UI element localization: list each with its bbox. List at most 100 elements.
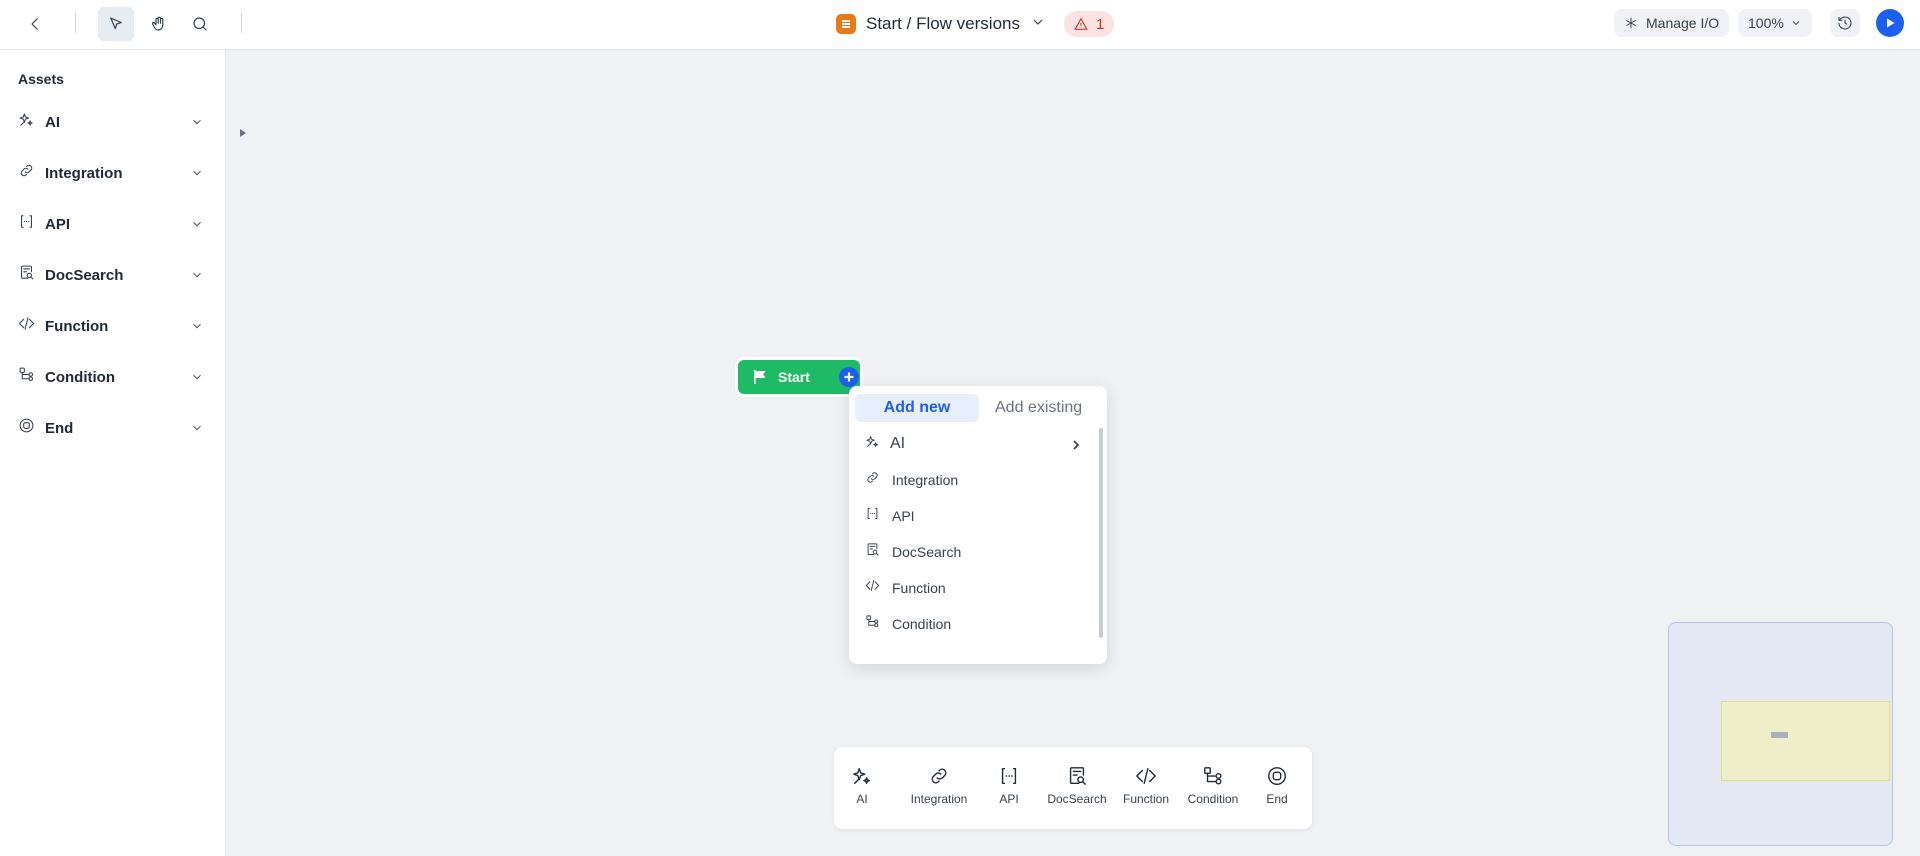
zoom-value: 100% [1748, 15, 1784, 31]
select-tool-button[interactable] [98, 7, 134, 41]
popup-item-api[interactable]: API [849, 500, 1099, 532]
palette-item-api[interactable]: API [994, 765, 1024, 806]
pan-tool-button[interactable] [141, 7, 177, 41]
app-logo-icon [836, 14, 856, 34]
chevron-down-icon [190, 370, 204, 389]
popup-item-function[interactable]: Function [849, 572, 1099, 604]
popup-item-docsearch[interactable]: DocSearch [849, 536, 1099, 568]
chevron-down-icon [1792, 21, 1800, 26]
minimap[interactable] [1668, 622, 1893, 846]
pointer-icon [110, 17, 122, 30]
sparkles-icon [18, 111, 35, 133]
link-icon [931, 768, 947, 784]
branch-icon [18, 366, 35, 388]
divider [75, 13, 76, 33]
sidebar-item-integration[interactable]: Integration [0, 153, 226, 193]
search-icon [193, 17, 207, 31]
assets-sidebar: Assets AI Integration API DocSearch Func… [0, 50, 226, 856]
history-icon [1838, 16, 1852, 30]
palette-item-label: Function [1122, 792, 1170, 806]
popup-item-integration[interactable]: Integration [849, 464, 1099, 496]
stop-circle-icon [1268, 767, 1286, 785]
chevron-down-icon [190, 421, 204, 440]
popup-item-label: DocSearch [892, 544, 962, 560]
palette-item-label: API [999, 792, 1019, 806]
branch-icon [1204, 767, 1222, 785]
sparkles-icon [853, 767, 871, 785]
sidebar-item-label: AI [45, 113, 60, 131]
palette-item-function[interactable]: Function [1118, 765, 1174, 806]
chevron-down-icon[interactable] [1030, 14, 1046, 35]
sidebar-item-label: DocSearch [45, 266, 124, 284]
link-icon [18, 162, 35, 184]
code-icon [18, 315, 35, 337]
start-node-label: Start [778, 369, 810, 385]
sidebar-item-condition[interactable]: Condition [0, 357, 226, 397]
sidebar-item-docsearch[interactable]: DocSearch [0, 255, 226, 295]
node-palette: AI Integration API DocSearch Function Co… [834, 747, 1312, 829]
warning-icon [1074, 17, 1088, 30]
popup-item-label: Condition [892, 616, 952, 632]
palette-item-condition[interactable]: Condition [1180, 765, 1246, 806]
palette-item-label: AI [856, 792, 868, 806]
popup-item-label: Function [892, 580, 946, 596]
search-tool-button[interactable] [182, 7, 218, 41]
chevron-right-icon [1071, 438, 1081, 456]
flow-title[interactable]: Start / Flow versions [866, 14, 1020, 34]
chevron-left-icon [31, 18, 38, 30]
sidebar-item-end[interactable]: End [0, 408, 226, 448]
sidebar-item-api[interactable]: API [0, 204, 226, 244]
minimap-viewport[interactable] [1721, 701, 1890, 781]
add-node-button[interactable] [839, 367, 859, 387]
palette-item-end[interactable]: End [1260, 765, 1294, 806]
tab-add-existing[interactable]: Add existing [983, 394, 1094, 422]
branch-icon [865, 614, 880, 634]
sidebar-item-function[interactable]: Function [0, 306, 226, 346]
code-icon [1136, 767, 1156, 785]
tab-add-new[interactable]: Add new [855, 394, 979, 422]
back-button[interactable] [17, 7, 53, 41]
play-icon [1887, 18, 1895, 28]
doc-search-icon [865, 542, 880, 562]
popup-item-label: API [892, 508, 915, 524]
sidebar-item-label: Condition [45, 368, 115, 386]
manage-io-label: Manage I/O [1646, 15, 1720, 31]
plus-icon [844, 372, 854, 382]
popup-item-condition[interactable]: Condition [849, 608, 1099, 640]
palette-item-label: Condition [1187, 792, 1239, 806]
braces-icon [865, 506, 880, 526]
palette-item-label: Integration [910, 792, 968, 806]
sparkles-icon [865, 434, 880, 454]
warning-count: 1 [1096, 15, 1105, 33]
palette-item-docsearch[interactable]: DocSearch [1044, 765, 1110, 806]
expand-panel-icon[interactable] [238, 126, 248, 140]
link-icon [865, 470, 880, 490]
popup-item-ai[interactable]: AI [849, 428, 1099, 460]
warning-badge[interactable]: 1 [1064, 11, 1115, 37]
doc-search-icon [18, 264, 35, 286]
sidebar-item-ai[interactable]: AI [0, 102, 226, 142]
divider [241, 13, 242, 33]
chevron-down-icon [190, 268, 204, 287]
braces-icon [1001, 767, 1017, 785]
chevron-down-icon [190, 166, 204, 185]
sidebar-item-label: Function [45, 317, 109, 335]
zoom-select[interactable]: 100% [1738, 9, 1812, 37]
run-button[interactable] [1876, 9, 1904, 37]
sidebar-heading: Assets [18, 71, 64, 87]
stop-circle-icon [18, 417, 35, 439]
top-bar: Start / Flow versions 1 Manage I/O 100% [0, 0, 1920, 50]
popup-scrollbar[interactable] [1099, 428, 1103, 638]
sidebar-item-label: Integration [45, 164, 123, 182]
asterisk-icon [1626, 17, 1636, 29]
manage-io-button[interactable]: Manage I/O [1614, 9, 1730, 37]
history-button[interactable] [1830, 9, 1860, 37]
palette-item-integration[interactable]: Integration [904, 765, 974, 806]
code-icon [865, 578, 880, 598]
popup-item-label: AI [890, 435, 906, 452]
chevron-down-icon [190, 115, 204, 134]
palette-item-ai[interactable]: AI [848, 765, 876, 806]
flow-title-group: Start / Flow versions 1 [836, 10, 1115, 38]
flag-icon [754, 370, 766, 384]
braces-icon [18, 213, 35, 235]
